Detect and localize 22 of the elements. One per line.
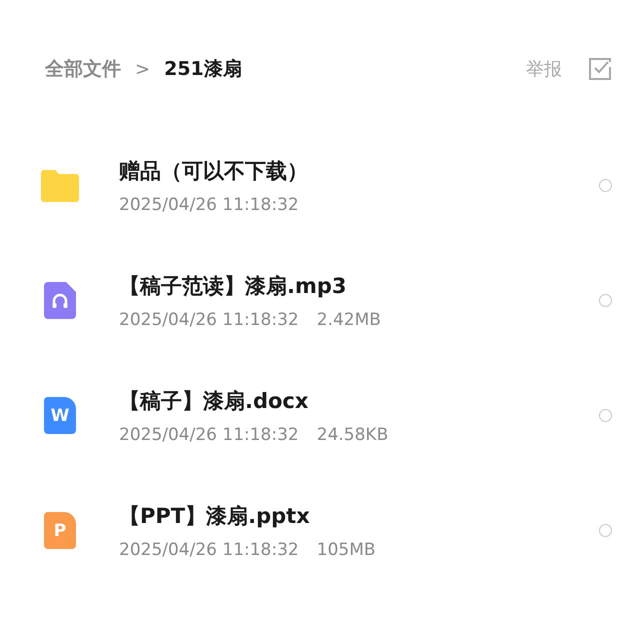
word-file-icon: W [44,397,76,434]
select-radio[interactable] [599,179,612,192]
multi-select-icon[interactable] [588,57,612,81]
file-name[interactable]: 【稿子范读】漆扇.mp3 [119,272,599,300]
current-folder-title: 251漆扇 [164,57,242,82]
select-radio[interactable] [599,409,612,422]
file-date: 2025/04/26 11:18:32 [119,424,299,444]
headphones-file-icon [44,282,76,319]
file-date: 2025/04/26 11:18:32 [119,194,299,214]
breadcrumb-separator: > [135,58,150,80]
file-name[interactable]: 赠品（可以不下载） [119,156,599,184]
folder-icon [41,170,79,202]
file-size: 24.58KB [316,424,388,444]
slides-file-icon: P [44,512,76,549]
file-size: 2.42MB [316,310,381,330]
file-date: 2025/04/26 11:18:32 [119,540,299,560]
file-name[interactable]: 【PPT】漆扇.pptx [119,502,599,530]
file-date: 2025/04/26 11:18:32 [119,310,299,330]
select-radio[interactable] [599,294,612,307]
select-radio[interactable] [599,524,612,537]
file-name[interactable]: 【稿子】漆扇.docx [119,386,599,414]
file-size: 105MB [316,540,376,560]
